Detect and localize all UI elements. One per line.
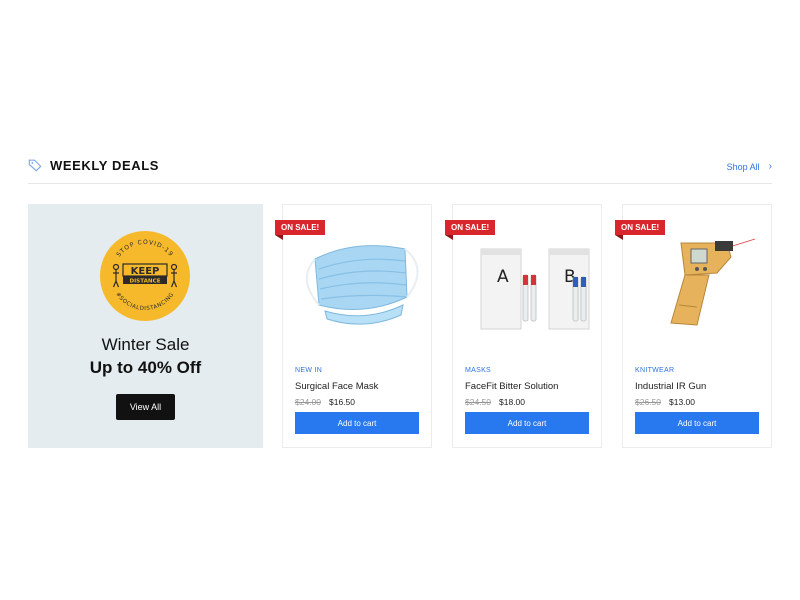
- product-name[interactable]: Industrial IR Gun: [635, 381, 706, 392]
- tag-icon: [28, 159, 42, 172]
- section-title: WEEKLY DEALS: [50, 158, 160, 173]
- product-price: $13.00: [669, 397, 695, 407]
- badge-top-text: STOP COVID-19: [115, 239, 173, 258]
- product-name[interactable]: FaceFit Bitter Solution: [465, 381, 558, 392]
- badge-distance-text: DISTANCE: [129, 279, 160, 285]
- product-category[interactable]: NEW IN: [295, 367, 322, 374]
- chevron-right-icon: ›: [768, 161, 772, 172]
- product-category[interactable]: KNITWEAR: [635, 367, 674, 374]
- promo-title: Winter Sale: [101, 335, 190, 354]
- shop-all-label: Shop All: [726, 161, 760, 172]
- promo-subtitle: Up to 40% Off: [89, 358, 202, 377]
- view-all-button[interactable]: View All: [116, 394, 175, 420]
- product-old-price: $26.50: [635, 397, 661, 407]
- kit-letter-a: A: [497, 267, 509, 287]
- add-to-cart-button[interactable]: Add to cart: [635, 412, 759, 434]
- product-price: $16.50: [329, 397, 355, 407]
- product-card[interactable]: ON SALE! NEW IN Surgical Face Mask $24.0…: [275, 204, 432, 448]
- ir-thermometer-image: [670, 238, 756, 326]
- product-image[interactable]: [295, 219, 421, 345]
- surgical-mask-image: [306, 245, 419, 325]
- add-to-cart-button[interactable]: Add to cart: [465, 412, 589, 434]
- person-right-icon: [170, 263, 178, 288]
- winter-sale-banner[interactable]: STOP COVID-19 #SOCIALDISTANCING KEEP DIS…: [28, 204, 263, 448]
- badge-keep-text: KEEP: [131, 266, 160, 277]
- product-image[interactable]: A B: [465, 219, 591, 345]
- weekly-deals-section: WEEKLY DEALS Shop All › STOP COVID-19 #S…: [28, 152, 772, 448]
- product-image[interactable]: [635, 219, 761, 345]
- svg-text:STOP COVID-19: STOP COVID-19: [115, 239, 174, 258]
- svg-text:#SOCIALDISTANCING: #SOCIALDISTANCING: [114, 292, 175, 313]
- section-header: WEEKLY DEALS Shop All ›: [28, 152, 772, 184]
- product-price: $18.00: [499, 397, 525, 407]
- product-card[interactable]: ON SALE! KNITWEAR Industrial IR Gun $26.…: [615, 204, 772, 448]
- fit-test-kit-image: A B: [480, 248, 590, 330]
- badge-bottom-text: #SOCIALDISTANCING: [114, 292, 175, 313]
- product-name[interactable]: Surgical Face Mask: [295, 381, 378, 392]
- product-old-price: $24.50: [465, 397, 491, 407]
- on-sale-badge: ON SALE!: [275, 220, 326, 240]
- person-left-icon: [112, 263, 120, 288]
- shop-all-link[interactable]: Shop All ›: [727, 161, 772, 172]
- add-to-cart-button[interactable]: Add to cart: [295, 412, 419, 434]
- product-old-price: $24.00: [295, 397, 321, 407]
- on-sale-badge: ON SALE!: [615, 220, 666, 240]
- product-card[interactable]: A B ON SALE! MASKS FaceFit Bitter Soluti…: [445, 204, 602, 448]
- product-category[interactable]: MASKS: [465, 367, 491, 374]
- on-sale-badge: ON SALE!: [445, 220, 496, 240]
- keep-distance-badge: STOP COVID-19 #SOCIALDISTANCING KEEP DIS…: [100, 231, 190, 321]
